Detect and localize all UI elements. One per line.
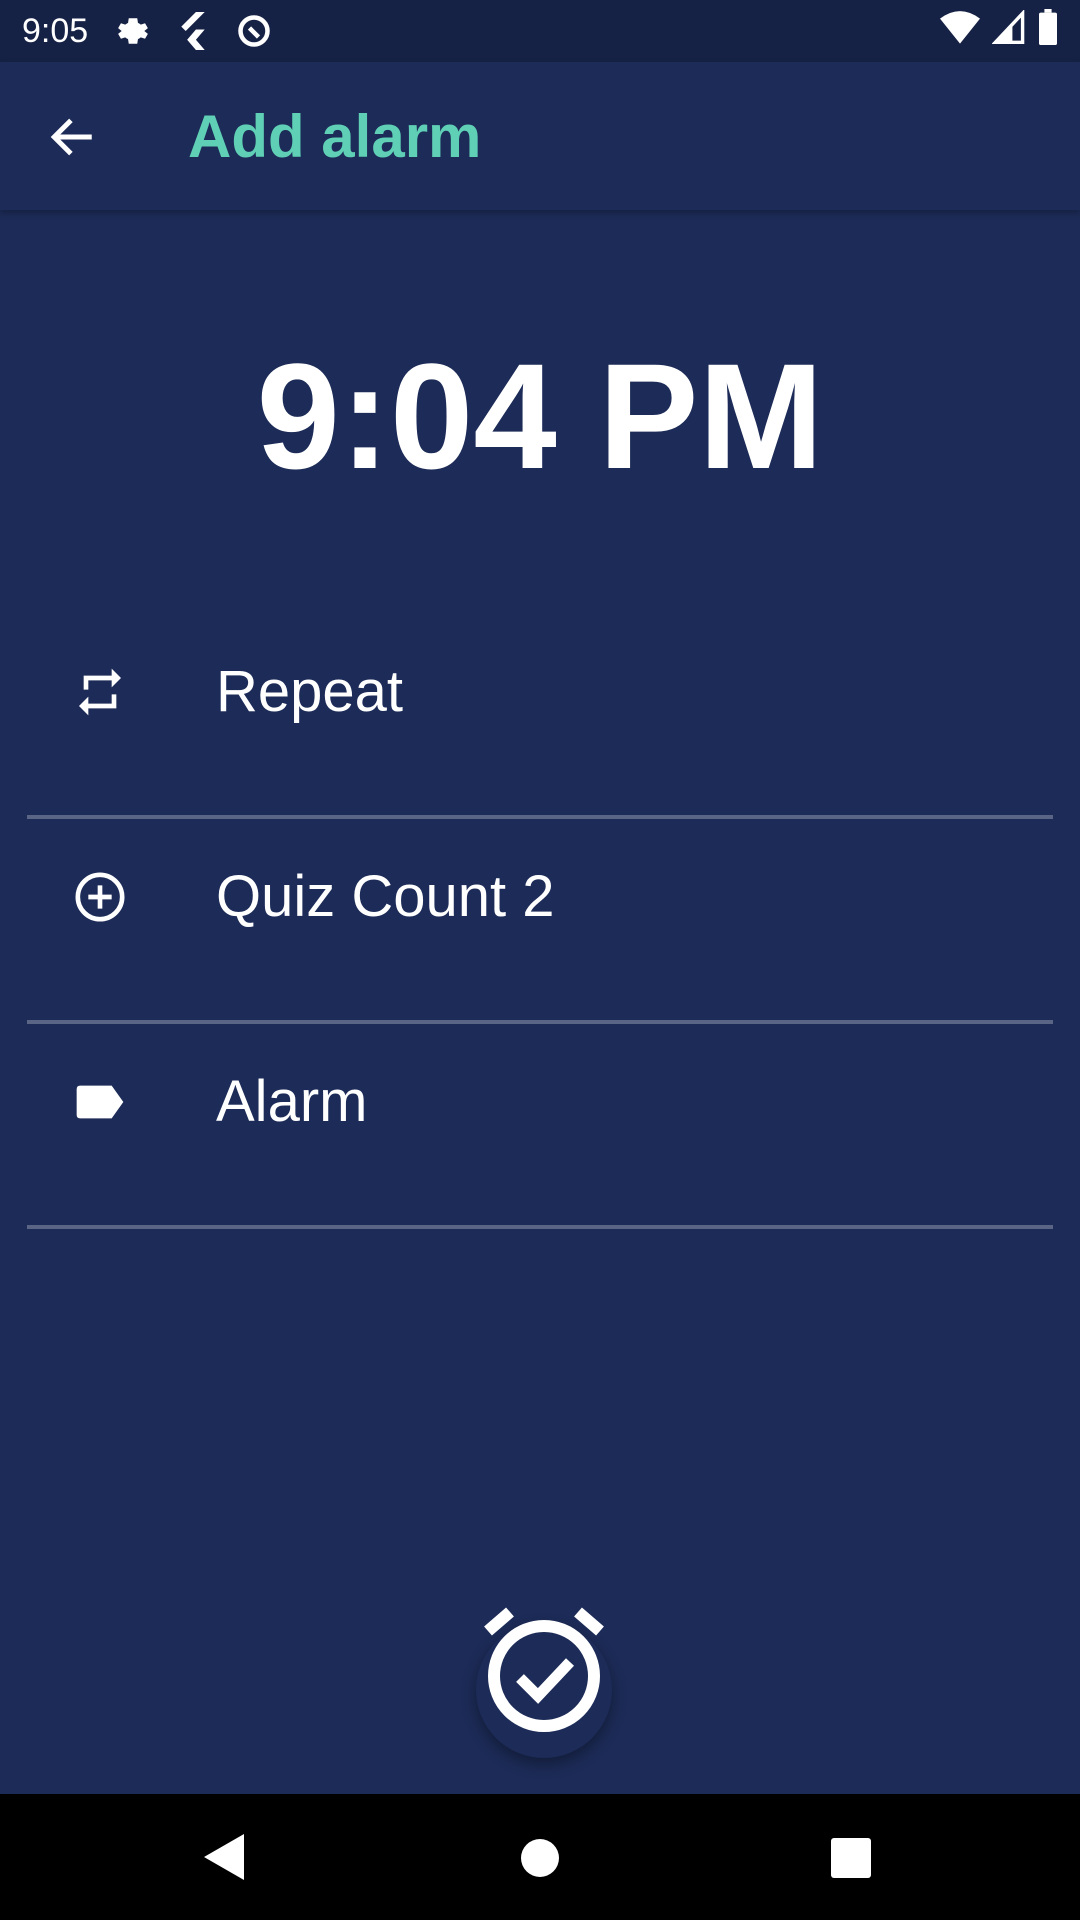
- back-nav-icon[interactable]: [204, 1834, 244, 1885]
- app-bar: Add alarm: [0, 62, 1080, 210]
- repeat-label: Repeat: [216, 659, 404, 724]
- quiz-count-option[interactable]: Quiz Count 2: [0, 795, 1080, 999]
- signal-icon: [991, 8, 1026, 53]
- label-icon: [72, 1074, 128, 1130]
- alarm-check-icon: [484, 1607, 604, 1732]
- status-bar: 9:05: [0, 0, 1080, 62]
- debug-icon: [236, 13, 272, 49]
- divider: [27, 1225, 1053, 1229]
- navigation-bar: [0, 1794, 1080, 1920]
- label-option[interactable]: Alarm: [0, 1000, 1080, 1204]
- arrow-back-icon[interactable]: [48, 112, 98, 162]
- flutter-icon: [178, 12, 208, 50]
- recents-nav-icon[interactable]: [831, 1838, 871, 1883]
- alarm-time-display[interactable]: 9:04 PM: [0, 330, 1080, 503]
- add-circle-icon: [72, 869, 128, 925]
- status-time: 9:05: [22, 11, 89, 50]
- save-alarm-button[interactable]: [476, 1607, 612, 1758]
- wifi-icon: [940, 10, 980, 53]
- repeat-icon: [72, 664, 128, 720]
- alarm-label: Alarm: [216, 1069, 368, 1134]
- page-title: Add alarm: [188, 102, 482, 170]
- repeat-option[interactable]: Repeat: [0, 590, 1080, 794]
- battery-icon: [1038, 8, 1058, 54]
- gear-icon: [116, 14, 150, 48]
- home-nav-icon[interactable]: [520, 1838, 560, 1883]
- quiz-count-label: Quiz Count 2: [216, 864, 555, 929]
